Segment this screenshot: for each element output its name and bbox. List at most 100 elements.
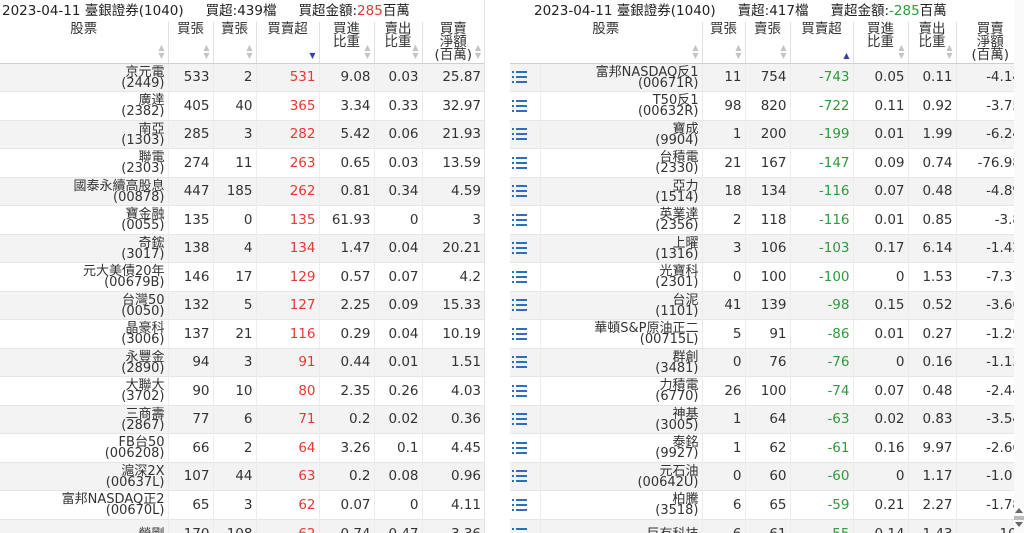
stock-name-cell[interactable]: 亞力 (1514) (539, 176, 702, 206)
list-icon[interactable] (512, 185, 527, 198)
table-row[interactable]: 亞力 (1514) 18 134 -116 0.07 0.48 -4.89 (510, 176, 1024, 206)
table-row[interactable]: 泰銘 (9927) 1 62 -61 0.16 9.97 -2.66 (510, 433, 1024, 462)
stock-name-cell[interactable]: 台泥 (1101) (539, 290, 702, 320)
table-row[interactable]: 巨有科技661-550.141.43-10. (510, 518, 1024, 533)
list-icon[interactable] (512, 413, 527, 426)
column-header-stock[interactable]: 股票 ▲ ▼ (510, 22, 702, 64)
stock-name-cell[interactable]: 大聯大 (3702) (0, 376, 168, 405)
table-row[interactable]: 奇鋐 (3017) 138 4 134 1.47 0.04 20.21 (0, 233, 484, 263)
stock-name-cell[interactable]: 榮剛 (0, 518, 168, 533)
column-header-sell[interactable]: 賣張 ▲ ▼ (744, 22, 790, 64)
stock-name-cell[interactable]: 廣達 (2382) (0, 91, 168, 120)
detail-cell[interactable] (510, 376, 540, 405)
stock-name-cell[interactable]: 寶成 (9904) (539, 119, 702, 149)
table-row[interactable]: 台泥 (1101) 41 139 -98 0.15 0.52 -3.66 (510, 290, 1024, 320)
stock-name-cell[interactable]: 南亞 (1303) (0, 119, 168, 149)
table-row[interactable]: 神基 (3005) 1 64 -63 0.02 0.83 -3.54 (510, 404, 1024, 434)
detail-cell[interactable] (510, 205, 540, 234)
table-row[interactable]: 台灣50 (0050) 132 5 127 2.25 0.09 15.33 (0, 290, 484, 320)
list-icon[interactable] (512, 356, 527, 369)
stock-name-cell[interactable]: FB台50 (006208) (0, 433, 168, 462)
stock-name-cell[interactable]: 台灣50 (0050) (0, 290, 168, 320)
list-icon[interactable] (512, 242, 527, 255)
detail-cell[interactable] (510, 91, 540, 120)
stock-name-cell[interactable]: 群創 (3481) (539, 347, 702, 377)
column-header-net[interactable]: 買賣超 ▼ (255, 22, 319, 64)
detail-cell[interactable] (510, 119, 540, 149)
table-row[interactable]: FB台50 (006208) 66 2 64 3.26 0.1 4.45 (0, 433, 484, 462)
stock-name-cell[interactable]: 永豐金 (2890) (0, 347, 168, 377)
stock-name-cell[interactable]: 富邦NASDAQ反1 (00671R) (539, 62, 702, 92)
table-row[interactable]: 晶豪科 (3006) 137 21 116 0.29 0.04 10.19 (0, 319, 484, 348)
table-row[interactable]: 元大美債20年 (00679B) 146 17 129 0.57 0.07 4.2 (0, 262, 484, 291)
scroll-thumb[interactable] (1014, 516, 1024, 520)
table-row[interactable]: 聯電 (2303) 274 11 263 0.65 0.03 13.59 (0, 148, 484, 177)
list-icon[interactable] (512, 156, 527, 169)
stock-name-cell[interactable]: T50反1 (00632R) (539, 91, 702, 120)
detail-cell[interactable] (510, 461, 540, 491)
table-row[interactable]: 富邦NASDAQ正2 (00670L) 65 3 62 0.07 0 4.11 (0, 490, 484, 519)
list-icon[interactable] (512, 470, 527, 483)
table-row[interactable]: T50反1 (00632R) 98 820 -722 0.11 0.92 -3.75 (510, 91, 1024, 120)
stock-name-cell[interactable]: 聯電 (2303) (0, 148, 168, 177)
stock-name-cell[interactable]: 寶金融 (0055) (0, 205, 168, 234)
column-header-net[interactable]: 買賣超 ▲ (789, 22, 853, 64)
list-icon[interactable] (512, 99, 527, 112)
table-row[interactable]: 元石油 (00642U) 0 60 -60 0 1.17 -1.01 (510, 461, 1024, 491)
list-icon[interactable] (512, 71, 527, 84)
table-row[interactable]: 南亞 (1303) 285 3 282 5.42 0.06 21.93 (0, 119, 484, 149)
table-row[interactable]: 榮剛170108620.740.473.36 (0, 518, 484, 533)
table-row[interactable]: 光寶科 (2301) 0 100 -100 0 1.53 -7.37 (510, 262, 1024, 291)
table-row[interactable]: 寶金融 (0055) 135 0 135 61.93 0 3 (0, 205, 484, 234)
stock-name-cell[interactable]: 巨有科技 (539, 518, 702, 533)
stock-name-cell[interactable]: 富邦NASDAQ正2 (00670L) (0, 490, 168, 519)
stock-name-cell[interactable]: 三商壽 (2867) (0, 404, 168, 434)
detail-cell[interactable] (510, 176, 540, 206)
detail-cell[interactable] (510, 148, 540, 177)
list-icon[interactable] (512, 213, 527, 226)
column-header-sell-ratio[interactable]: 賣出 比重 ▲ ▼ (907, 22, 956, 64)
table-row[interactable]: 三商壽 (2867) 77 6 71 0.2 0.02 0.36 (0, 404, 484, 434)
stock-name-cell[interactable]: 元石油 (00642U) (539, 461, 702, 491)
table-row[interactable]: 滬深2X (00637L) 107 44 63 0.2 0.08 0.96 (0, 461, 484, 491)
list-icon[interactable] (512, 441, 527, 454)
scroll-down-icon[interactable] (1015, 522, 1023, 527)
table-row[interactable]: 京元電 (2449) 533 2 531 9.08 0.03 25.87 (0, 62, 484, 92)
table-row[interactable]: 柏騰 (3518) 6 65 -59 0.21 2.27 -1.78 (510, 490, 1024, 519)
detail-cell[interactable] (510, 490, 540, 519)
vertical-scrollbar[interactable] (1014, 0, 1024, 533)
stock-name-cell[interactable]: 上曜 (1316) (539, 233, 702, 263)
table-row[interactable]: 廣達 (2382) 405 40 365 3.34 0.33 32.97 (0, 91, 484, 120)
detail-cell[interactable] (510, 518, 540, 533)
table-row[interactable]: 群創 (3481) 0 76 -76 0 0.16 -1.13 (510, 347, 1024, 377)
stock-name[interactable]: 榮剛 (0, 528, 164, 533)
table-row[interactable]: 華頓S&P原油正二 (00715L) 5 91 -86 0.01 0.27 -1.29 (510, 319, 1024, 348)
stock-name-cell[interactable]: 奇鋐 (3017) (0, 233, 168, 263)
column-header-buy-ratio[interactable]: 買進 比重 ▲ ▼ (318, 22, 374, 64)
table-row[interactable]: 大聯大 (3702) 90 10 80 2.35 0.26 4.03 (0, 376, 484, 405)
table-row[interactable]: 富邦NASDAQ反1 (00671R) 11 754 -743 0.05 0.11 -4.14 (510, 62, 1024, 92)
column-header-buy-ratio[interactable]: 買進 比重 ▲ ▼ (852, 22, 908, 64)
stock-name-cell[interactable]: 力積電 (6770) (539, 376, 702, 405)
scroll-up-icon[interactable] (1015, 508, 1023, 513)
stock-name-cell[interactable]: 滬深2X (00637L) (0, 461, 168, 491)
detail-cell[interactable] (510, 319, 540, 348)
stock-name-cell[interactable]: 國泰永續高股息 (00878) (0, 176, 168, 206)
table-row[interactable]: 台積電 (2330) 21 167 -147 0.09 0.74 -76.98 (510, 148, 1024, 177)
table-row[interactable]: 上曜 (1316) 3 106 -103 0.17 6.14 -1.42 (510, 233, 1024, 263)
table-row[interactable]: 英業達 (2356) 2 118 -116 0.01 0.85 -3.8 (510, 205, 1024, 234)
table-row[interactable]: 國泰永續高股息 (00878) 447 185 262 0.81 0.34 4.59 (0, 176, 484, 206)
stock-name-cell[interactable]: 柏騰 (3518) (539, 490, 702, 519)
stock-name-cell[interactable]: 華頓S&P原油正二 (00715L) (539, 319, 702, 348)
detail-cell[interactable] (510, 233, 540, 263)
stock-name-cell[interactable]: 台積電 (2330) (539, 148, 702, 177)
column-header-stock[interactable]: 股票 ▲ ▼ (0, 22, 168, 64)
list-icon[interactable] (512, 498, 527, 511)
stock-name-cell[interactable]: 京元電 (2449) (0, 62, 168, 92)
detail-cell[interactable] (510, 347, 540, 377)
detail-cell[interactable] (510, 262, 540, 291)
detail-cell[interactable] (510, 433, 540, 462)
list-icon[interactable] (512, 327, 527, 340)
stock-name[interactable]: 巨有科技 (541, 528, 698, 533)
column-header-buy[interactable]: 買張 ▲ ▼ (167, 22, 213, 64)
